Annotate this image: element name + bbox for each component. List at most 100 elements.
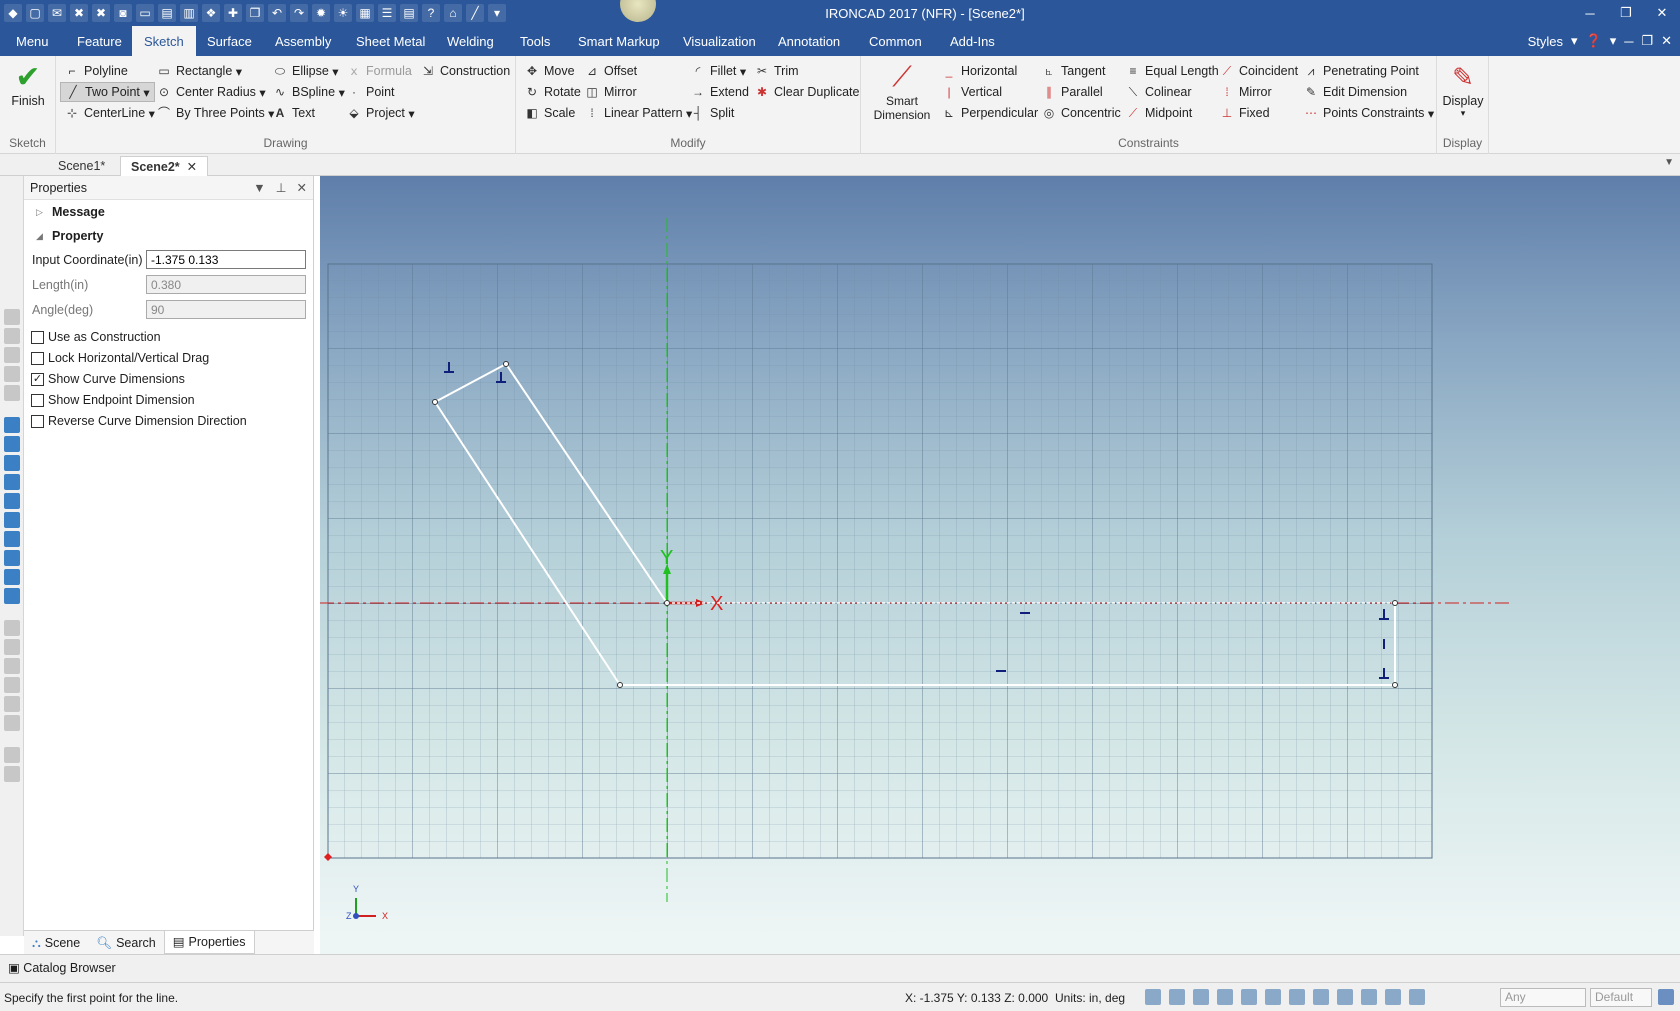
formula-button[interactable]: ⅹ Formula (346, 61, 411, 81)
lock-drag-checkbox[interactable]: Lock Horizontal/Vertical Drag (24, 348, 313, 369)
tab-list-dropdown-icon[interactable]: ▼ (1664, 157, 1674, 168)
view-orientation-icon[interactable] (1193, 989, 1209, 1005)
shell-icon[interactable] (4, 569, 20, 585)
colinear-button[interactable]: ⟍ Colinear (1125, 82, 1192, 102)
cone-icon[interactable] (4, 455, 20, 471)
by-three-points-button[interactable]: ⌒ By Three Points ▾ (156, 103, 274, 123)
trim-button[interactable]: ✂ Trim (754, 61, 799, 81)
tab-search[interactable]: 🔍︎ Search (88, 931, 163, 954)
torus-icon[interactable] (4, 493, 20, 509)
vertex[interactable] (432, 399, 438, 405)
tab-scene1[interactable]: Scene1* (48, 156, 115, 176)
doc-close-button[interactable]: ✕ (1661, 33, 1672, 49)
vertex[interactable] (664, 600, 670, 606)
tab-sheet-metal[interactable]: Sheet Metal (344, 26, 437, 56)
view-tool-icon[interactable] (4, 328, 20, 344)
tab-menu[interactable]: Menu (4, 26, 61, 56)
linear-pattern-button[interactable]: ⁞ Linear Pattern ▾ (584, 103, 692, 123)
sketch-canvas[interactable]: X Y Y X Z (320, 176, 1680, 954)
camera-icon[interactable] (1241, 989, 1257, 1005)
vertex[interactable] (617, 682, 623, 688)
view-tool-icon[interactable] (4, 366, 20, 382)
finish-button[interactable]: ✔ Finish (6, 62, 50, 109)
tab-scene2[interactable]: Scene2* ✕ (120, 156, 209, 176)
catalog-browser-bar[interactable]: ▣ Catalog Browser (0, 954, 1680, 982)
vertex[interactable] (1392, 682, 1398, 688)
perpendicular-button[interactable]: ⊾ Perpendicular (941, 103, 1038, 123)
standard-view-icon[interactable] (1217, 989, 1233, 1005)
reverse-curve-dimension-checkbox[interactable]: Reverse Curve Dimension Direction (24, 411, 313, 432)
smart-dimension-button[interactable]: ⟋ Smart Dimension (869, 60, 935, 122)
styles-dropdown-icon[interactable]: ▾ (1571, 33, 1578, 49)
tangent-button[interactable]: ⦜ Tangent (1041, 61, 1106, 81)
sketch-tool-icon[interactable] (4, 639, 20, 655)
use-as-construction-checkbox[interactable]: Use as Construction (24, 327, 313, 348)
vertex[interactable] (503, 361, 509, 367)
sketch-tool-icon[interactable] (4, 677, 20, 693)
render-mode-icon[interactable] (1265, 989, 1281, 1005)
help-icon[interactable]: ❓ (1586, 33, 1602, 49)
hand-icon[interactable] (1361, 989, 1377, 1005)
wedge-icon[interactable] (4, 512, 20, 528)
sketch-tool-icon[interactable] (4, 620, 20, 636)
ring-icon[interactable] (4, 588, 20, 604)
concentric-button[interactable]: ◎ Concentric (1041, 103, 1121, 123)
display-button[interactable]: ✎ Display ▾ (1441, 60, 1485, 119)
input-coordinate-field[interactable] (146, 250, 306, 269)
tab-assembly[interactable]: Assembly (263, 26, 343, 56)
sketch-tool-icon[interactable] (4, 715, 20, 731)
curve-tool-icon[interactable] (4, 766, 20, 782)
tab-common[interactable]: Common (857, 26, 934, 56)
network-icon[interactable] (1658, 989, 1674, 1005)
tab-properties[interactable]: ▤ Properties (163, 931, 255, 954)
two-point-button[interactable]: ╱ Two Point ▾ (60, 82, 155, 102)
view-tool-icon[interactable] (4, 385, 20, 401)
close-tab-icon[interactable]: ✕ (187, 160, 197, 174)
restore-button[interactable]: ❐ (1608, 0, 1644, 26)
constraint-mirror-button[interactable]: ⁞ Mirror (1219, 82, 1271, 102)
vertex[interactable] (1392, 600, 1398, 606)
style-combo[interactable]: Default (1590, 988, 1652, 1007)
hole-icon[interactable] (4, 550, 20, 566)
bspline-button[interactable]: ∿ BSpline ▾ (272, 82, 345, 102)
tab-welding[interactable]: Welding (435, 26, 506, 56)
scale-button[interactable]: ◧ Scale (524, 103, 575, 123)
view-tool-icon[interactable] (4, 309, 20, 325)
points-constraints-button[interactable]: ⋯ Points Constraints ▾ (1303, 103, 1434, 123)
sketch-tool-icon[interactable] (4, 658, 20, 674)
message-section[interactable]: ▷ Message (24, 200, 313, 224)
clear-duplicate-button[interactable]: ✱ Clear Duplicate (754, 82, 860, 102)
selection-filter-combo[interactable]: Any (1500, 988, 1586, 1007)
tab-surface[interactable]: Surface (195, 26, 264, 56)
slab-icon[interactable] (4, 531, 20, 547)
curve-tool-icon[interactable] (4, 747, 20, 763)
cylinder-icon[interactable] (4, 436, 20, 452)
panel-close-icon[interactable]: ✕ (297, 176, 307, 200)
block-icon[interactable] (4, 417, 20, 433)
point-button[interactable]: · Point (346, 82, 395, 102)
property-section[interactable]: ◢ Property (24, 224, 313, 248)
zoom-icon[interactable] (1169, 989, 1185, 1005)
midpoint-button[interactable]: ⟋ Midpoint (1125, 103, 1192, 123)
rectangle-button[interactable]: ▭ Rectangle ▾ (156, 61, 242, 81)
project-button[interactable]: ⬙ Project ▾ (346, 103, 414, 123)
fillet-button[interactable]: ◜ Fillet ▾ (690, 61, 746, 81)
styles-menu[interactable]: Styles (1528, 34, 1563, 49)
tab-add-ins[interactable]: Add-Ins (938, 26, 1007, 56)
tab-annotation[interactable]: Annotation (766, 26, 852, 56)
offset-button[interactable]: ⊿ Offset (584, 61, 637, 81)
tab-sketch[interactable]: Sketch (132, 26, 196, 56)
display-mode-icon[interactable] (1313, 989, 1329, 1005)
rotate-button[interactable]: ↻ Rotate (524, 82, 581, 102)
select-cursor-icon[interactable] (1385, 989, 1401, 1005)
3d-viewport[interactable]: X Y Y X Z (320, 176, 1680, 954)
minimize-button[interactable]: ─ (1572, 0, 1608, 26)
parallel-button[interactable]: ∥ Parallel (1041, 82, 1103, 102)
sketch-tool-icon[interactable] (4, 696, 20, 712)
tab-visualization[interactable]: Visualization (671, 26, 768, 56)
penetrating-point-button[interactable]: ⩘ Penetrating Point (1303, 61, 1419, 81)
equal-length-button[interactable]: ≡ Equal Length (1125, 61, 1218, 81)
tab-feature[interactable]: Feature (65, 26, 134, 56)
vertical-button[interactable]: | Vertical (941, 82, 1002, 102)
doc-restore-button[interactable]: ❐ (1641, 33, 1653, 49)
